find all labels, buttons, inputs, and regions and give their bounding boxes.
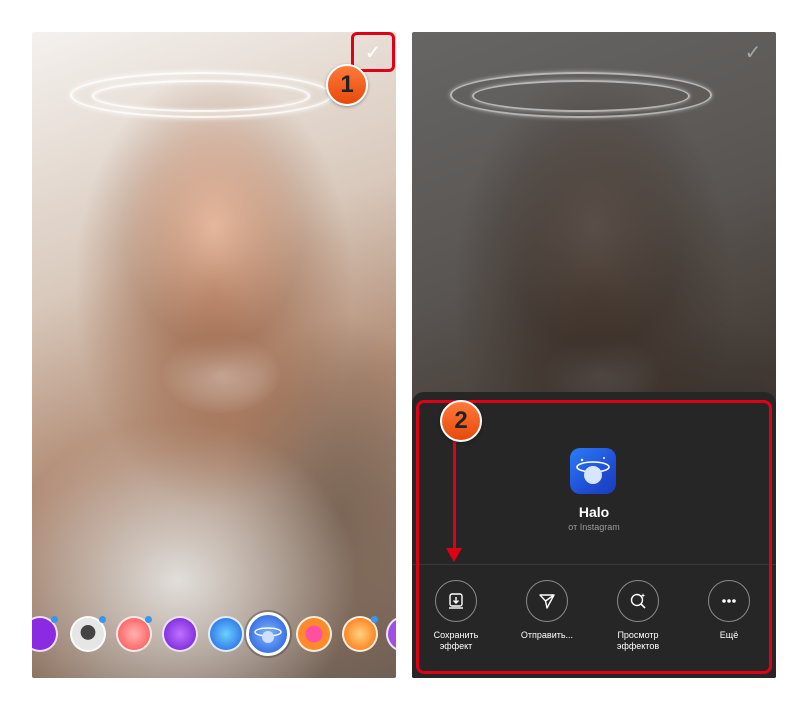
step-marker-1: 1 [326, 64, 368, 106]
new-dot [145, 616, 152, 623]
arrow-line [453, 438, 456, 550]
effects-tray [32, 612, 396, 656]
camera-preview-screen: ✓ [32, 32, 396, 678]
new-dot [371, 616, 378, 623]
camera-photo [32, 32, 396, 678]
effect-thumb-halo-selected[interactable] [246, 612, 290, 656]
new-dot [51, 616, 58, 623]
halo-ring-inner [472, 80, 690, 112]
effect-thumb-3[interactable] [116, 616, 152, 652]
effect-thumb-1[interactable] [32, 616, 58, 652]
sheet-highlight-box [416, 400, 772, 674]
check-icon: ✓ [744, 42, 762, 64]
effect-thumb-9[interactable] [386, 616, 396, 652]
effect-thumb-7[interactable] [296, 616, 332, 652]
arrow-down-icon [446, 548, 462, 562]
step-marker-2: 2 [440, 400, 482, 442]
effect-thumb-5[interactable] [208, 616, 244, 652]
new-dot [99, 616, 106, 623]
halo-effect-icon [254, 627, 282, 643]
effect-thumb-8[interactable] [342, 616, 378, 652]
effect-thumb-2[interactable] [70, 616, 106, 652]
halo-ring-inner [92, 80, 310, 112]
effect-thumb-4[interactable] [162, 616, 198, 652]
